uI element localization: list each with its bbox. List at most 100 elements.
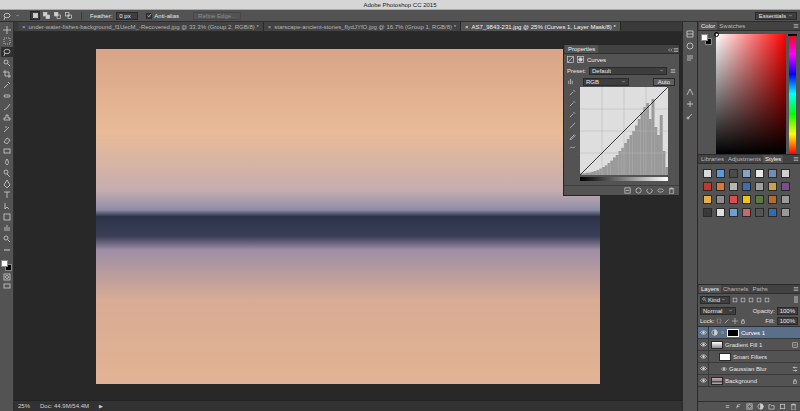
lasso-tool-icon[interactable] — [1, 47, 13, 57]
visibility-toggle[interactable] — [698, 351, 709, 362]
close-tab-button[interactable]: × — [268, 24, 272, 30]
style-swatch[interactable] — [781, 169, 790, 178]
panel-tab[interactable]: Adjustments — [726, 155, 763, 163]
pencil-icon[interactable] — [569, 133, 576, 140]
zoom-tool-icon[interactable] — [1, 234, 13, 244]
layer-row[interactable]: Smart Filters — [698, 351, 800, 363]
selection-mode-icon[interactable] — [30, 11, 40, 20]
type-filter-icon[interactable] — [748, 297, 754, 303]
lock-all-icon[interactable] — [740, 318, 746, 324]
eyedropper-tool-icon[interactable] — [1, 80, 13, 90]
style-swatch[interactable] — [768, 169, 777, 178]
dropdown-arrow-icon[interactable] — [621, 79, 626, 84]
layer-row[interactable]: Gradient Fill 1 — [698, 339, 800, 351]
dropdown-arrow-icon[interactable] — [659, 68, 664, 73]
channel-dropdown[interactable]: RGB — [583, 78, 629, 86]
history-brush-tool-icon[interactable] — [1, 124, 13, 134]
delete-layer-icon[interactable] — [790, 403, 797, 410]
style-swatch[interactable] — [703, 195, 712, 204]
hue-slider[interactable] — [789, 34, 796, 154]
style-swatch[interactable] — [755, 195, 764, 204]
curves-icon[interactable] — [567, 56, 574, 63]
foreground-color-swatch[interactable] — [1, 260, 8, 267]
type-tool-icon[interactable] — [1, 190, 13, 200]
refine-edge-button[interactable]: Refine Edge... — [193, 12, 241, 20]
rectangle-tool-icon[interactable] — [1, 212, 13, 222]
document-tab[interactable]: ×under-water-fishes-background_f1UecM_-R… — [18, 22, 264, 31]
new-group-icon[interactable] — [768, 403, 775, 410]
dropdown-arrow-icon[interactable] — [721, 297, 726, 302]
marquee-tool-icon[interactable] — [1, 36, 13, 46]
panel-tab[interactable]: Layers — [699, 285, 721, 293]
tool-presets-icon[interactable] — [686, 112, 694, 120]
clip-to-layer-icon[interactable] — [624, 187, 631, 194]
visibility-toggle[interactable] — [698, 363, 709, 374]
dodge-tool-icon[interactable] — [1, 168, 13, 178]
filter-options-icon[interactable] — [792, 366, 800, 372]
style-swatch[interactable] — [768, 208, 777, 217]
delete-icon[interactable] — [668, 187, 675, 194]
fx-icon[interactable] — [735, 403, 742, 410]
style-swatch[interactable] — [755, 169, 764, 178]
style-swatch[interactable] — [768, 195, 777, 204]
view-previous-icon[interactable] — [635, 187, 642, 194]
panel-menu-icon[interactable] — [673, 47, 679, 53]
selection-mode-icon[interactable] — [41, 11, 51, 20]
collapse-icon[interactable] — [667, 47, 673, 53]
eraser-tool-icon[interactable] — [1, 135, 13, 145]
feather-field[interactable]: 0 px — [116, 12, 138, 20]
hue-slider-thumb[interactable] — [788, 34, 797, 36]
status-menu-arrow[interactable]: ▶ — [99, 404, 103, 409]
style-swatch[interactable] — [742, 169, 751, 178]
layer-row[interactable]: Gaussian Blur — [698, 363, 800, 375]
dropdown-arrow-icon[interactable] — [15, 13, 20, 18]
edit-points-icon[interactable] — [569, 122, 576, 129]
style-swatch[interactable] — [768, 182, 777, 191]
blur-tool-icon[interactable] — [1, 157, 13, 167]
panel-menu-icon[interactable] — [793, 156, 800, 162]
visibility-toggle[interactable] — [698, 375, 709, 386]
curves-graph[interactable] — [580, 87, 668, 181]
link-layers-icon[interactable] — [724, 403, 731, 410]
style-swatch[interactable] — [729, 182, 738, 191]
fill-field[interactable]: 100% — [777, 317, 798, 325]
style-swatch[interactable] — [781, 208, 790, 217]
layer-row[interactable]: Curves 1 — [698, 327, 800, 339]
panel-tab[interactable]: Color — [699, 22, 717, 30]
document-tab[interactable]: ×starscape-ancient-stones_flydJYfO.jpg @… — [264, 22, 461, 31]
style-swatch[interactable] — [716, 169, 725, 178]
info-panel-icon[interactable] — [686, 42, 694, 50]
more-tools-icon[interactable] — [1, 245, 13, 255]
panel-menu-icon[interactable] — [793, 286, 800, 292]
close-tab-button[interactable]: × — [465, 24, 469, 30]
on-image-adjust-icon[interactable] — [567, 78, 574, 85]
color-picker-marker[interactable] — [714, 32, 719, 37]
style-swatch[interactable] — [742, 208, 751, 217]
layer-name[interactable]: Smart Filters — [733, 354, 767, 360]
brush-panel-icon[interactable] — [686, 100, 694, 108]
panel-menu-icon[interactable] — [793, 23, 800, 29]
new-layer-icon[interactable] — [779, 403, 786, 410]
pixel-filter-icon[interactable] — [732, 297, 738, 303]
gradient-tool-icon[interactable] — [1, 146, 13, 156]
quick-mask-icon[interactable] — [3, 273, 11, 281]
layer-name[interactable]: Gaussian Blur — [729, 366, 767, 372]
black-point-eyedropper-icon[interactable] — [569, 89, 576, 96]
workspace-dropdown[interactable]: Essentials — [755, 12, 797, 20]
style-swatch[interactable] — [755, 208, 764, 217]
style-swatch[interactable] — [703, 208, 712, 217]
style-swatch[interactable] — [742, 195, 751, 204]
visibility-icon[interactable] — [657, 187, 664, 194]
reset-icon[interactable] — [646, 187, 653, 194]
paragraph-panel-icon[interactable] — [686, 54, 694, 62]
link-icon[interactable] — [720, 330, 725, 335]
history-panel-icon[interactable] — [686, 30, 694, 38]
clone-stamp-tool-icon[interactable] — [1, 113, 13, 123]
layer-thumbnail[interactable] — [711, 377, 723, 385]
properties-tab[interactable]: Properties — [565, 45, 598, 53]
shape-filter-icon[interactable] — [756, 297, 762, 303]
new-adjustment-icon[interactable] — [757, 403, 764, 410]
style-swatch[interactable] — [703, 169, 712, 178]
opacity-field[interactable]: 100% — [777, 307, 798, 315]
selection-mode-icon[interactable] — [63, 11, 73, 20]
